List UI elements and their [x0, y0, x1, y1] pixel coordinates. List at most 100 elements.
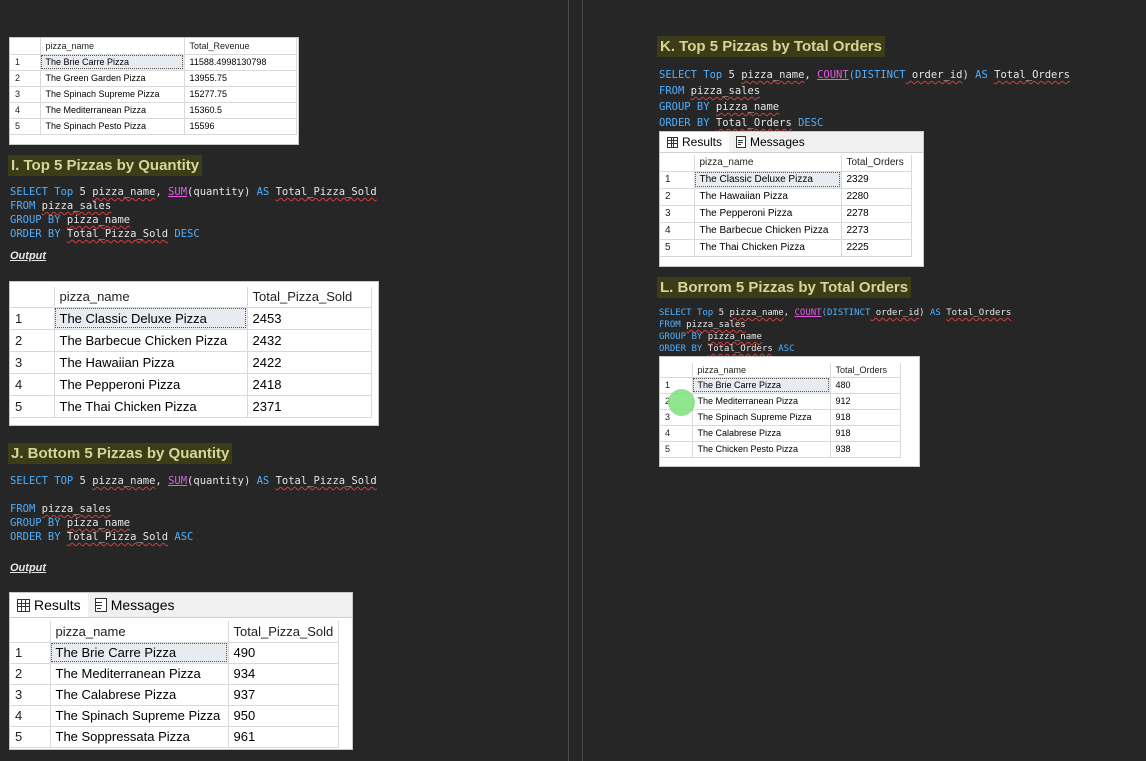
table-row[interactable]: 2 The Mediterranean Pizza 934: [10, 663, 339, 685]
table-row[interactable]: 3 The Pepperoni Pizza 2278: [660, 205, 912, 223]
table-cell[interactable]: 2329: [841, 171, 912, 189]
table-row[interactable]: 5 The Thai Chicken Pizza 2225: [660, 239, 912, 257]
table-row[interactable]: 1 The Brie Carre Pizza 480: [660, 377, 901, 394]
table-cell[interactable]: 2453: [247, 307, 372, 330]
column-header[interactable]: pizza_name: [40, 38, 185, 55]
table-cell[interactable]: The Mediterranean Pizza: [692, 393, 831, 410]
sql-keyword: SELECT: [10, 186, 48, 198]
table-cell[interactable]: The Thai Chicken Pizza: [54, 395, 248, 418]
table-cell[interactable]: 918: [830, 409, 901, 426]
table-cell[interactable]: The Spinach Supreme Pizza: [692, 409, 831, 426]
table-row[interactable]: 2 The Barbecue Chicken Pizza 2432: [10, 329, 372, 352]
table-cell[interactable]: 2273: [841, 222, 912, 240]
table-row[interactable]: 5 The Thai Chicken Pizza 2371: [10, 395, 372, 418]
table-row[interactable]: 1 The Classic Deluxe Pizza 2329: [660, 171, 912, 189]
table-cell[interactable]: 2280: [841, 188, 912, 206]
table-cell[interactable]: 15277.75: [184, 86, 297, 103]
column-header[interactable]: pizza_name: [54, 287, 248, 308]
sql-text: (quantity): [187, 475, 257, 487]
table-cell[interactable]: The Classic Deluxe Pizza: [54, 307, 248, 330]
table-cell[interactable]: The Spinach Supreme Pizza: [40, 86, 185, 103]
table-row[interactable]: 2 The Green Garden Pizza 13955.75: [10, 70, 297, 87]
table-cell[interactable]: The Mediterranean Pizza: [50, 663, 229, 685]
column-header[interactable]: Total_Orders: [830, 363, 901, 378]
row-number: 5: [10, 395, 55, 418]
column-header[interactable]: pizza_name: [694, 155, 842, 172]
table-cell[interactable]: The Spinach Supreme Pizza: [50, 705, 229, 727]
tab-messages[interactable]: Messages: [88, 593, 182, 617]
table-cell[interactable]: 938: [830, 441, 901, 458]
column-header[interactable]: Total_Pizza_Sold: [247, 287, 372, 308]
column-header[interactable]: Total_Orders: [841, 155, 912, 172]
table-cell[interactable]: 15360.5: [184, 102, 297, 119]
table-cell[interactable]: The Brie Carre Pizza: [50, 642, 229, 664]
table-row[interactable]: 5 The Spinach Pesto Pizza 15596: [10, 118, 297, 135]
tab-messages[interactable]: Messages: [729, 132, 812, 152]
tab-results[interactable]: Results: [10, 593, 88, 617]
table-row[interactable]: 4 The Barbecue Chicken Pizza 2273: [660, 222, 912, 240]
table-row[interactable]: 4 The Spinach Supreme Pizza 950: [10, 705, 339, 727]
table-cell[interactable]: The Pepperoni Pizza: [54, 373, 248, 396]
table-cell[interactable]: The Barbecue Chicken Pizza: [694, 222, 842, 240]
table-row[interactable]: 4 The Pepperoni Pizza 2418: [10, 373, 372, 396]
table-cell[interactable]: 2225: [841, 239, 912, 257]
table-cell[interactable]: The Chicken Pesto Pizza: [692, 441, 831, 458]
section-j-output-label: Output: [10, 562, 47, 574]
table-cell[interactable]: The Hawaiian Pizza: [694, 188, 842, 206]
table-row[interactable]: 2 The Hawaiian Pizza 2280: [660, 188, 912, 206]
column-header[interactable]: Total_Pizza_Sold: [228, 621, 339, 643]
row-number-header: [10, 38, 41, 55]
table-row[interactable]: 3 The Spinach Supreme Pizza 15277.75: [10, 86, 297, 103]
table-cell[interactable]: 2432: [247, 329, 372, 352]
table-cell[interactable]: The Calabrese Pizza: [50, 684, 229, 706]
table-row[interactable]: 5 The Chicken Pesto Pizza 938: [660, 441, 901, 458]
table-cell[interactable]: 950: [228, 705, 339, 727]
column-header[interactable]: Total_Revenue: [184, 38, 297, 55]
tab-results[interactable]: Results: [660, 132, 730, 152]
row-number: 2: [10, 70, 41, 87]
table-row[interactable]: 4 The Calabrese Pizza 918: [660, 425, 901, 442]
table-cell[interactable]: 937: [228, 684, 339, 706]
table-cell[interactable]: 918: [830, 425, 901, 442]
table-row[interactable]: 5 The Soppressata Pizza 961: [10, 726, 339, 748]
table-cell[interactable]: The Brie Carre Pizza: [40, 54, 185, 71]
table-cell[interactable]: The Green Garden Pizza: [40, 70, 185, 87]
table-cell[interactable]: The Mediterranean Pizza: [40, 102, 185, 119]
table-cell[interactable]: The Spinach Pesto Pizza: [40, 118, 185, 135]
table-cell[interactable]: 961: [228, 726, 339, 748]
table-cell[interactable]: 934: [228, 663, 339, 685]
table-cell[interactable]: The Classic Deluxe Pizza: [694, 171, 842, 189]
table-cell[interactable]: The Barbecue Chicken Pizza: [54, 329, 248, 352]
table-row[interactable]: 1 The Brie Carre Pizza 490: [10, 642, 339, 664]
sql-alias: Total_Orders: [946, 308, 1012, 318]
table-cell[interactable]: The Hawaiian Pizza: [54, 351, 248, 374]
table-cell[interactable]: The Calabrese Pizza: [692, 425, 831, 442]
table-cell[interactable]: 13955.75: [184, 70, 297, 87]
sql-keyword: ASC: [778, 344, 795, 354]
table-row[interactable]: 1 The Classic Deluxe Pizza 2453: [10, 307, 372, 330]
section-k-result-grid: Results Messages pizza_name Total_Orders…: [659, 131, 924, 267]
table-row[interactable]: 3 The Spinach Supreme Pizza 918: [660, 409, 901, 426]
table-row[interactable]: 4 The Mediterranean Pizza 15360.5: [10, 102, 297, 119]
table-cell[interactable]: 2371: [247, 395, 372, 418]
table-row[interactable]: 3 The Calabrese Pizza 937: [10, 684, 339, 706]
column-header[interactable]: pizza_name: [692, 363, 831, 378]
table-cell[interactable]: 15596: [184, 118, 297, 135]
table-cell[interactable]: 480: [830, 377, 901, 394]
table-cell[interactable]: 2422: [247, 351, 372, 374]
table-row[interactable]: 1 The Brie Carre Pizza 11588.4998130798: [10, 54, 297, 71]
table-cell[interactable]: The Soppressata Pizza: [50, 726, 229, 748]
table-cell[interactable]: The Pepperoni Pizza: [694, 205, 842, 223]
table-cell[interactable]: 912: [830, 393, 901, 410]
table-cell[interactable]: The Brie Carre Pizza: [692, 377, 831, 394]
table-row[interactable]: 3 The Hawaiian Pizza 2422: [10, 351, 372, 374]
sql-function: SUM: [168, 186, 188, 198]
table-cell[interactable]: 11588.4998130798: [184, 54, 297, 71]
table-row[interactable]: 2The Mediterranean Pizza912: [660, 393, 901, 410]
table-cell[interactable]: 2278: [841, 205, 912, 223]
table-cell[interactable]: The Thai Chicken Pizza: [694, 239, 842, 257]
column-header[interactable]: pizza_name: [50, 621, 229, 643]
table-cell[interactable]: 2418: [247, 373, 372, 396]
table-cell[interactable]: 490: [228, 642, 339, 664]
sql-keyword: ASC: [174, 531, 194, 543]
